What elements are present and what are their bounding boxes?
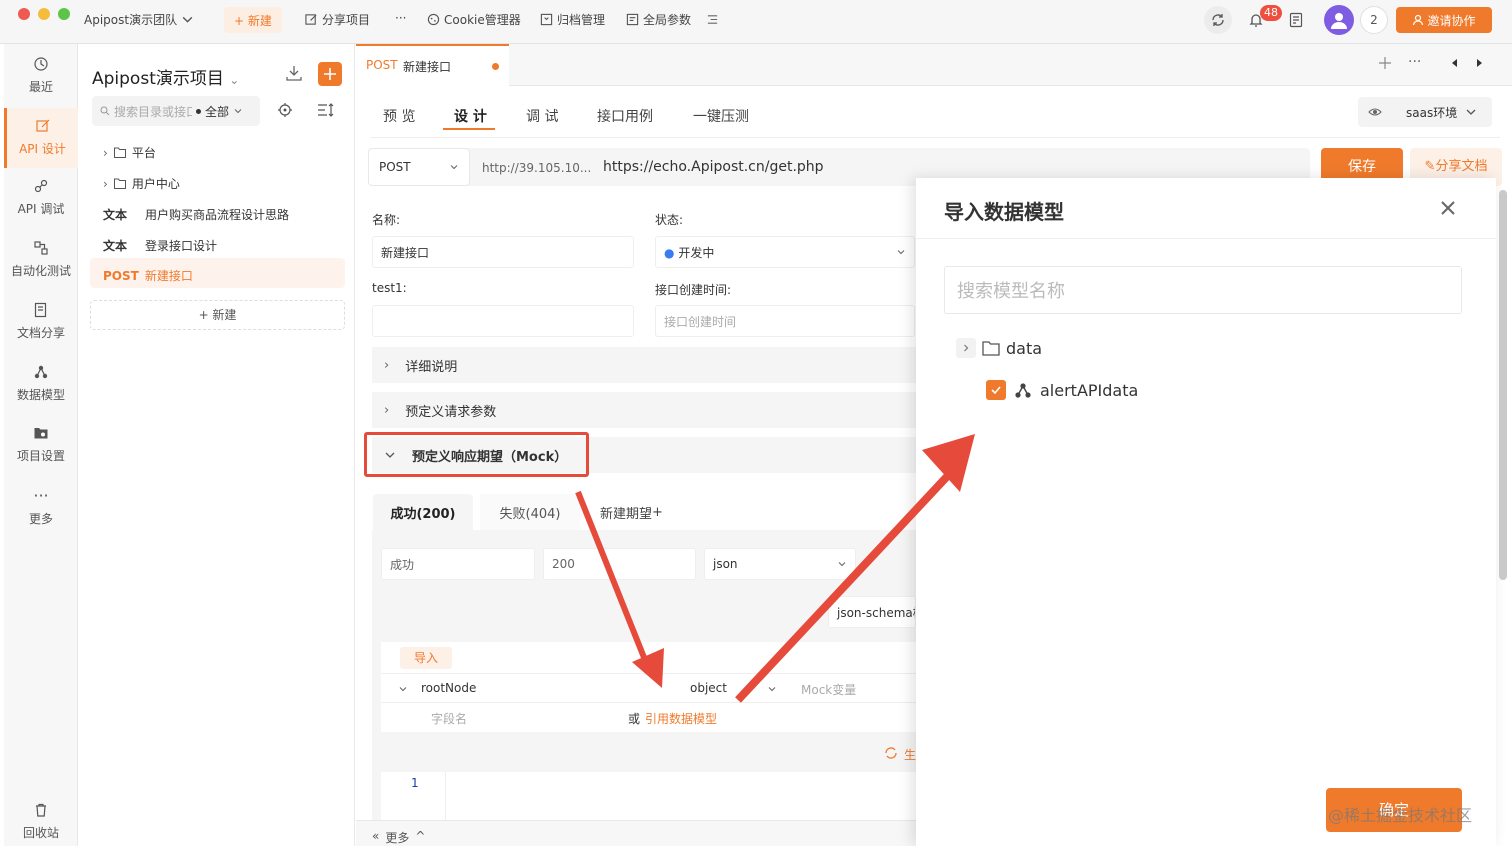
annotation-arrow-down (575, 490, 664, 688)
annotation-arrow-up (735, 434, 975, 703)
annotation-arrows (575, 434, 975, 703)
